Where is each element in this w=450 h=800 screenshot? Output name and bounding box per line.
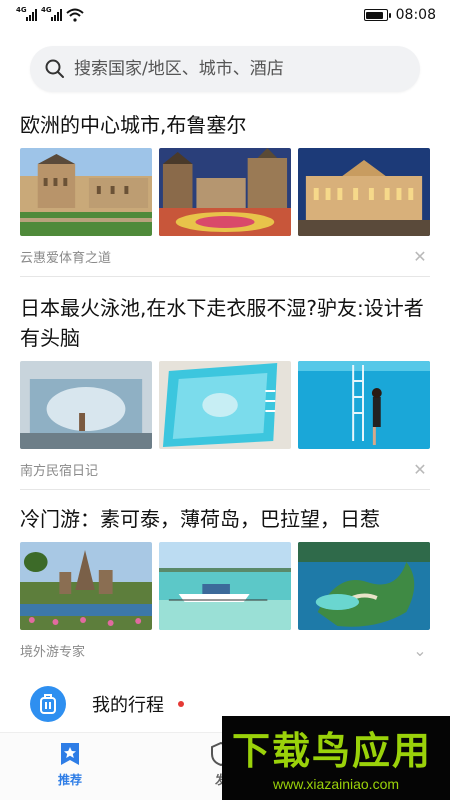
pool-top-view-photo[interactable] xyxy=(159,361,291,449)
status-bar: 4G 4G 08:08 xyxy=(0,0,450,30)
search-bar[interactable] xyxy=(30,46,420,92)
article-card[interactable]: 欧洲的中心城市,布鲁塞尔 云惠爱体育之道 ✕ xyxy=(0,110,450,276)
watermark: 下载鸟应用 www.xiazainiao.com xyxy=(222,716,450,800)
network-type-2: 4G xyxy=(41,6,52,14)
signal-icon-2: 4G xyxy=(41,6,62,21)
network-type-1: 4G xyxy=(16,6,27,14)
tab-label: 推荐 xyxy=(58,773,83,787)
battery-icon xyxy=(363,9,391,21)
palawan-island-photo[interactable] xyxy=(298,542,430,630)
thumbnail-row xyxy=(20,542,430,630)
thumbnail-row xyxy=(20,148,430,236)
my-trip-label[interactable]: 我的行程 xyxy=(92,691,164,717)
tab-recommend[interactable]: 推荐 xyxy=(58,741,82,788)
article-source: 境外游专家 xyxy=(20,644,86,660)
status-time: 08:08 xyxy=(395,7,436,23)
search-icon xyxy=(45,59,64,78)
article-meta: 境外游专家 ⌄ xyxy=(20,630,430,670)
article-source: 南方民宿日记 xyxy=(20,463,99,479)
thumbnail-row xyxy=(20,361,430,449)
royal-palace-photo[interactable] xyxy=(298,148,430,236)
article-title[interactable]: 冷门游：素可泰，薄荷岛，巴拉望，日惹 xyxy=(20,504,430,534)
article-card[interactable]: 冷门游：素可泰，薄荷岛，巴拉望，日惹 境外游专家 ⌄ xyxy=(0,490,450,670)
status-right: 08:08 xyxy=(363,7,436,23)
bohol-boat-photo[interactable] xyxy=(159,542,291,630)
status-left: 4G 4G xyxy=(16,6,84,22)
palace-garden-photo[interactable] xyxy=(20,148,152,236)
article-meta: 云惠爱体育之道 ✕ xyxy=(20,236,430,276)
search-input[interactable] xyxy=(74,59,394,79)
grand-place-flower-carpet-photo[interactable] xyxy=(159,148,291,236)
pool-underwater-view-photo[interactable] xyxy=(20,361,152,449)
feed: 欧洲的中心城市,布鲁塞尔 云惠爱体育之道 ✕ 日本最火泳池,在水下走衣服不湿?驴… xyxy=(0,110,450,670)
close-icon[interactable]: ⌄ xyxy=(410,641,430,660)
close-icon[interactable]: ✕ xyxy=(410,460,430,479)
article-source: 云惠爱体育之道 xyxy=(20,250,112,266)
signal-icon-1: 4G xyxy=(16,6,37,21)
watermark-url: www.xiazainiao.com xyxy=(272,776,400,792)
article-card[interactable]: 日本最火泳池,在水下走衣服不湿?驴友:设计者有头脑 南方民宿日记 ✕ xyxy=(0,277,450,489)
close-icon[interactable]: ✕ xyxy=(410,247,430,266)
sukhothai-temple-photo[interactable] xyxy=(20,542,152,630)
notification-dot xyxy=(178,701,184,707)
article-meta: 南方民宿日记 ✕ xyxy=(20,449,430,489)
watermark-logo: 下载鸟应用 xyxy=(232,729,432,772)
wifi-icon xyxy=(66,8,84,22)
star-tag-icon xyxy=(61,743,79,765)
article-title[interactable]: 欧洲的中心城市,布鲁塞尔 xyxy=(20,110,430,140)
luggage-icon[interactable] xyxy=(30,686,66,722)
svg-text:下载鸟应用: 下载鸟应用 xyxy=(232,729,432,772)
article-title[interactable]: 日本最火泳池,在水下走衣服不湿?驴友:设计者有头脑 xyxy=(20,293,430,353)
pool-ladder-photo[interactable] xyxy=(298,361,430,449)
